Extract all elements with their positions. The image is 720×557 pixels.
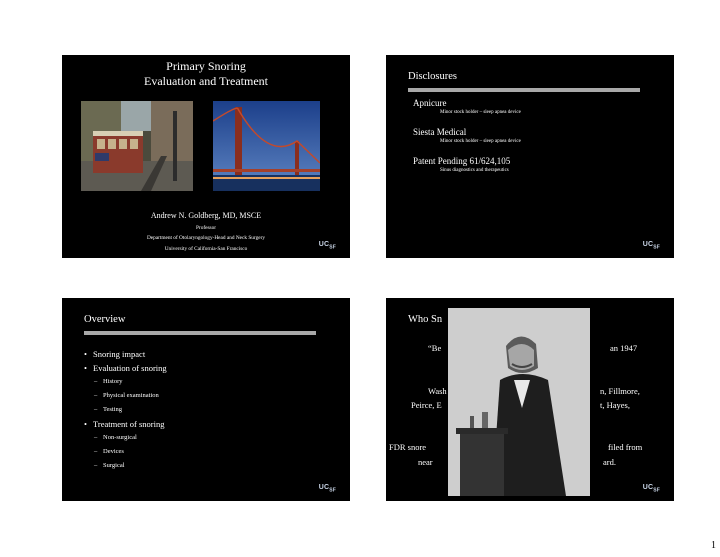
disclosure-item: Siesta Medical Minor stock holder – slee… (413, 127, 521, 144)
author-department: Department of Otolaryngology-Head and Ne… (146, 235, 266, 241)
list-item: Devices (94, 445, 167, 459)
author-name: Andrew N. Goldberg, MD, MSCE (150, 211, 262, 220)
list-item: Snoring impact (84, 347, 167, 361)
fdr-line-2-end: ard. (603, 457, 616, 467)
ucsf-logo: UCSF (642, 240, 660, 250)
ucsf-logo: UCSF (318, 240, 336, 250)
disclosure-heading: Siesta Medical (413, 127, 467, 137)
slide-heading: Disclosures (408, 71, 457, 82)
ucsf-logo: UCSF (318, 483, 336, 493)
slide-heading: Who Sn (408, 314, 443, 325)
slide-disclosures: Disclosures Apnicure Minor stock holder … (386, 55, 674, 258)
disclosure-item: Patent Pending 61/624,105 Sinus diagnost… (413, 156, 510, 173)
list-item: Surgical (94, 459, 167, 473)
list-item: Testing (94, 403, 167, 417)
disclosure-detail: Minor stock holder – sleep apnea device (440, 110, 521, 115)
fdr-line-1-end: filed from (608, 442, 643, 452)
slide-heading: Overview (84, 314, 126, 325)
presidents-line-1-start: Wash (428, 386, 447, 396)
disclosure-heading: Apnicure (413, 98, 447, 108)
slide-title: Primary Snoring Evaluation and Treatment (62, 55, 350, 258)
list-item: Non-surgical (94, 431, 167, 445)
list-item: Treatment of snoring (84, 417, 167, 431)
presidents-line-2-start: Peirce, E (411, 400, 442, 410)
disclosure-heading: Patent Pending 61/624,105 (413, 156, 511, 166)
disclosure-item: Apnicure Minor stock holder – sleep apne… (413, 98, 521, 115)
list-item: Physical examination (94, 389, 167, 403)
heading-rule (84, 331, 316, 335)
author-title: Professor (195, 225, 216, 231)
list-item: Evaluation of snoring (84, 361, 167, 375)
list-item: History (94, 375, 167, 389)
quote-start: “Be (428, 343, 442, 353)
president-portrait-photo (448, 308, 590, 496)
disclosure-detail: Sinus diagnostics and therapeutics (440, 168, 509, 173)
disclosure-detail: Minor stock holder – sleep apnea device (440, 139, 521, 144)
heading-rule (408, 88, 640, 92)
ucsf-logo: UCSF (642, 483, 660, 493)
presidents-line-1-end: n, Fillmore, (600, 386, 640, 396)
title-line-1: Primary Snoring (166, 59, 246, 73)
presidents-line-2-end: t, Hayes, (600, 400, 630, 410)
cable-car-photo (81, 101, 193, 191)
overview-list: Snoring impact Evaluation of snoring His… (84, 347, 167, 473)
title-line-2: Evaluation and Treatment (144, 74, 268, 88)
author-university: University of California-San Francisco (164, 246, 248, 252)
slide-overview: Overview Snoring impact Evaluation of sn… (62, 298, 350, 501)
slide-title-heading: Primary Snoring Evaluation and Treatment (62, 59, 350, 89)
quote-end: an 1947 (610, 343, 638, 353)
fdr-line-2-start: near (418, 457, 433, 467)
fdr-line-1-start: FDR snore (389, 442, 427, 452)
slide-who-snores: Who Sn “Be an 1947 Wash n, Fillmore, Pei… (386, 298, 674, 501)
page-number: 1 (711, 540, 716, 551)
golden-gate-bridge-photo (213, 101, 320, 191)
